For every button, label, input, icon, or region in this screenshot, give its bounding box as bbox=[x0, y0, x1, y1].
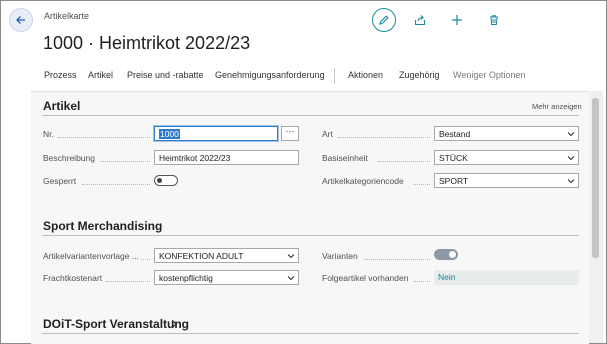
action-genehmigung[interactable]: Genehmigungsanforderung bbox=[215, 70, 325, 80]
leader-dots bbox=[100, 161, 150, 162]
art-label: Art bbox=[322, 129, 333, 139]
chevron-down-icon bbox=[567, 132, 575, 137]
chevron-down-icon bbox=[287, 254, 295, 259]
share-icon bbox=[414, 15, 426, 26]
beschreibung-label: Beschreibung bbox=[43, 153, 95, 163]
varianten-label: Varianten bbox=[322, 251, 358, 261]
variantenvorlage-label: Artikelvariantenvorlage ... bbox=[43, 251, 139, 261]
leader-dots bbox=[82, 184, 150, 185]
delete-button[interactable] bbox=[486, 12, 502, 28]
chevron-right-icon[interactable] bbox=[170, 319, 178, 329]
varianten-toggle[interactable] bbox=[434, 249, 458, 260]
action-preise[interactable]: Preise und -rabatte bbox=[127, 70, 204, 80]
back-button[interactable] bbox=[9, 8, 33, 32]
kategorie-value: SPORT bbox=[439, 176, 469, 186]
kategorie-label: Artikelkategoriencode bbox=[322, 176, 404, 186]
leader-dots bbox=[338, 137, 430, 138]
toggle-knob bbox=[449, 251, 456, 258]
folgeartikel-value: Nein bbox=[434, 270, 579, 285]
show-more-link[interactable]: Mehr anzeigen bbox=[532, 102, 582, 111]
nr-label: Nr. bbox=[43, 129, 54, 139]
new-button[interactable] bbox=[449, 12, 465, 28]
basiseinheit-select[interactable]: STÜCK bbox=[434, 150, 579, 165]
toggle-knob bbox=[157, 178, 162, 183]
plus-icon bbox=[452, 15, 462, 25]
frachtkostenart-value: kostenpflichtig bbox=[159, 273, 213, 283]
art-value: Bestand bbox=[439, 129, 471, 139]
art-select[interactable]: Bestand bbox=[434, 126, 579, 141]
section-divider bbox=[42, 333, 579, 334]
leader-dots bbox=[364, 259, 430, 260]
section-title-artikel[interactable]: Artikel bbox=[43, 99, 80, 113]
leader-dots bbox=[378, 161, 430, 162]
scrollbar-thumb[interactable] bbox=[592, 98, 599, 258]
breadcrumb: Artikelkarte bbox=[44, 11, 90, 21]
section-title-sport[interactable]: Sport Merchandising bbox=[43, 219, 162, 233]
action-weniger-optionen[interactable]: Weniger Optionen bbox=[453, 70, 525, 80]
leader-dots bbox=[413, 184, 430, 185]
section-divider bbox=[42, 115, 579, 116]
kategorie-select[interactable]: SPORT bbox=[434, 173, 579, 188]
action-prozess[interactable]: Prozess bbox=[44, 70, 77, 80]
leader-dots bbox=[58, 137, 150, 138]
pencil-icon bbox=[379, 15, 389, 25]
leader-dots bbox=[141, 259, 150, 260]
action-artikel[interactable]: Artikel bbox=[88, 70, 113, 80]
action-separator bbox=[334, 68, 335, 84]
basiseinheit-value: STÜCK bbox=[439, 153, 468, 163]
page-title: 1000 · Heimtrikot 2022/23 bbox=[43, 33, 251, 53]
leader-dots bbox=[414, 281, 430, 282]
gesperrt-toggle[interactable] bbox=[154, 175, 178, 186]
share-button[interactable] bbox=[412, 12, 428, 28]
nr-input[interactable]: 1000 bbox=[154, 126, 278, 141]
chevron-down-icon bbox=[567, 179, 575, 184]
edit-button[interactable] bbox=[372, 8, 396, 32]
frachtkostenart-select[interactable]: kostenpflichtig bbox=[154, 270, 299, 285]
basiseinheit-label: Basiseinheit bbox=[322, 153, 368, 163]
gesperrt-label: Gesperrt bbox=[43, 176, 77, 186]
leader-dots bbox=[106, 281, 150, 282]
frachtkostenart-label: Frachtkostenart bbox=[43, 273, 103, 283]
trash-icon bbox=[490, 15, 498, 25]
section-title-doit[interactable]: DOiT-Sport Veranstaltung bbox=[43, 317, 189, 331]
chevron-down-icon bbox=[287, 276, 295, 281]
action-aktionen[interactable]: Aktionen bbox=[348, 70, 383, 80]
beschreibung-input[interactable]: Heimtrikot 2022/23 bbox=[154, 150, 299, 165]
section-divider bbox=[42, 235, 579, 236]
back-arrow-icon bbox=[16, 16, 25, 24]
folgeartikel-label: Folgeartikel vorhanden bbox=[322, 273, 409, 283]
variantenvorlage-select[interactable]: KONFEKTION ADULT bbox=[154, 248, 299, 263]
action-zugehoerig[interactable]: Zugehörig bbox=[399, 70, 440, 80]
nr-lookup-button[interactable]: ··· bbox=[281, 126, 299, 141]
variantenvorlage-value: KONFEKTION ADULT bbox=[159, 251, 244, 261]
nr-value: 1000 bbox=[159, 129, 180, 139]
chevron-down-icon bbox=[567, 156, 575, 161]
